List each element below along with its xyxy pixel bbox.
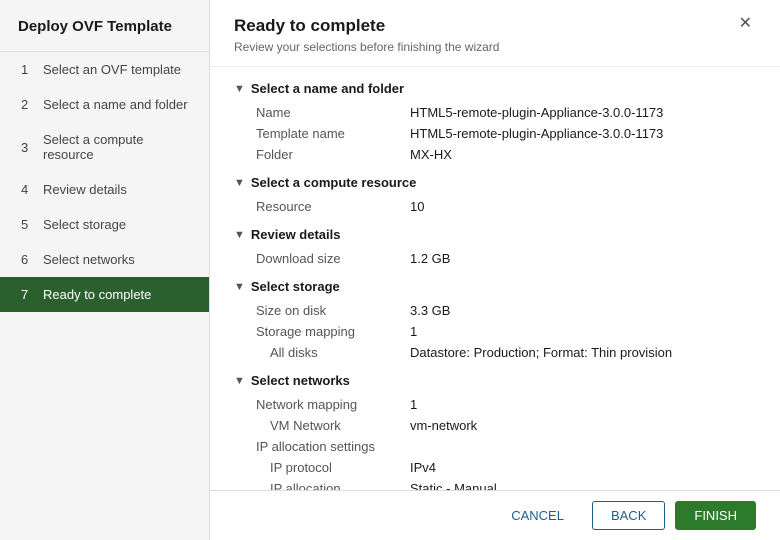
row-ip-protocol: IP protocol IPv4 [250,457,756,478]
section-heading-name-folder: Select a name and folder [251,81,404,96]
page-subtitle: Review your selections before finishing … [234,40,499,54]
sidebar-item-5[interactable]: 5 Select storage [0,207,209,242]
chevron-icon-networks: ▼ [234,375,245,387]
row-template-name: Template name HTML5-remote-plugin-Applia… [250,123,756,144]
sidebar-item-1[interactable]: 1 Select an OVF template [0,52,209,87]
step-num-7: 7 [21,287,35,302]
sidebar-item-4[interactable]: 4 Review details [0,172,209,207]
label-ip-protocol: IP protocol [250,460,410,475]
chevron-icon-review: ▼ [234,229,245,241]
row-ip-allocation: IP allocation Static - Manual [250,478,756,490]
label-ip-allocation-settings: IP allocation settings [250,439,410,454]
value-template-name: HTML5-remote-plugin-Appliance-3.0.0-1173 [410,126,663,141]
content-area: ▼ Select a name and folder Name HTML5-re… [210,67,780,490]
row-all-disks: All disks Datastore: Production; Format:… [250,342,756,363]
sidebar-item-label-6: Select networks [43,252,135,267]
section-header-storage[interactable]: ▼ Select storage [234,279,756,294]
label-folder: Folder [250,147,410,162]
section-header-networks[interactable]: ▼ Select networks [234,373,756,388]
cancel-button[interactable]: CANCEL [493,501,582,530]
sidebar-item-label-7: Ready to complete [43,287,151,302]
value-resource: 10 [410,199,424,214]
row-storage-mapping: Storage mapping 1 [250,321,756,342]
chevron-icon: ▼ [234,83,245,95]
value-folder: MX-HX [410,147,452,162]
value-size-on-disk: 3.3 GB [410,303,450,318]
sidebar-item-label-2: Select a name and folder [43,97,188,112]
label-ip-allocation: IP allocation [250,481,410,490]
row-download-size: Download size 1.2 GB [250,248,756,269]
section-body-name-folder: Name HTML5-remote-plugin-Appliance-3.0.0… [234,102,756,165]
close-button[interactable]: ✕ [735,16,756,32]
sidebar-item-2[interactable]: 2 Select a name and folder [0,87,209,122]
value-network-mapping: 1 [410,397,417,412]
section-heading-compute: Select a compute resource [251,175,416,190]
main-panel: Ready to complete Review your selections… [210,0,780,540]
step-num-1: 1 [21,62,35,77]
label-vm-network: VM Network [250,418,410,433]
step-num-5: 5 [21,217,35,232]
value-ip-protocol: IPv4 [410,460,436,475]
back-button[interactable]: BACK [592,501,665,530]
section-networks: ▼ Select networks Network mapping 1 VM N… [234,373,756,490]
sidebar-item-label-1: Select an OVF template [43,62,181,77]
sidebar-item-7[interactable]: 7 Ready to complete [0,277,209,312]
step-num-2: 2 [21,97,35,112]
row-size-on-disk: Size on disk 3.3 GB [250,300,756,321]
value-vm-network: vm-network [410,418,477,433]
section-review: ▼ Review details Download size 1.2 GB [234,227,756,269]
value-storage-mapping: 1 [410,324,417,339]
sidebar-item-label-5: Select storage [43,217,126,232]
section-heading-storage: Select storage [251,279,340,294]
section-body-review: Download size 1.2 GB [234,248,756,269]
label-network-mapping: Network mapping [250,397,410,412]
footer: CANCEL BACK FINISH [210,490,780,540]
step-num-3: 3 [21,140,35,155]
label-template-name: Template name [250,126,410,141]
step-num-4: 4 [21,182,35,197]
row-network-mapping: Network mapping 1 [250,394,756,415]
section-body-compute: Resource 10 [234,196,756,217]
section-heading-review: Review details [251,227,341,242]
label-download-size: Download size [250,251,410,266]
finish-button[interactable]: FINISH [675,501,756,530]
section-compute: ▼ Select a compute resource Resource 10 [234,175,756,217]
section-body-storage: Size on disk 3.3 GB Storage mapping 1 Al… [234,300,756,363]
sidebar: Deploy OVF Template 1 Select an OVF temp… [0,0,210,540]
deploy-ovf-dialog: Deploy OVF Template 1 Select an OVF temp… [0,0,780,540]
row-name: Name HTML5-remote-plugin-Appliance-3.0.0… [250,102,756,123]
value-name: HTML5-remote-plugin-Appliance-3.0.0-1173 [410,105,663,120]
label-name: Name [250,105,410,120]
section-name-folder: ▼ Select a name and folder Name HTML5-re… [234,81,756,165]
section-storage: ▼ Select storage Size on disk 3.3 GB Sto… [234,279,756,363]
main-header: Ready to complete Review your selections… [210,0,780,67]
row-resource: Resource 10 [250,196,756,217]
sidebar-item-label-3: Select a compute resource [43,132,191,162]
value-all-disks: Datastore: Production; Format: Thin prov… [410,345,672,360]
chevron-icon-storage: ▼ [234,281,245,293]
section-header-name-folder[interactable]: ▼ Select a name and folder [234,81,756,96]
label-resource: Resource [250,199,410,214]
value-download-size: 1.2 GB [410,251,450,266]
sidebar-title: Deploy OVF Template [0,0,209,52]
row-ip-allocation-settings: IP allocation settings [250,436,756,457]
header-text: Ready to complete Review your selections… [234,16,499,54]
row-vm-network: VM Network vm-network [250,415,756,436]
sidebar-item-3[interactable]: 3 Select a compute resource [0,122,209,172]
section-heading-networks: Select networks [251,373,350,388]
section-header-compute[interactable]: ▼ Select a compute resource [234,175,756,190]
step-num-6: 6 [21,252,35,267]
label-all-disks: All disks [250,345,410,360]
page-title: Ready to complete [234,16,499,36]
chevron-icon-compute: ▼ [234,177,245,189]
value-ip-allocation: Static - Manual [410,481,497,490]
sidebar-item-label-4: Review details [43,182,127,197]
label-size-on-disk: Size on disk [250,303,410,318]
row-folder: Folder MX-HX [250,144,756,165]
section-header-review[interactable]: ▼ Review details [234,227,756,242]
sidebar-item-6[interactable]: 6 Select networks [0,242,209,277]
label-storage-mapping: Storage mapping [250,324,410,339]
section-body-networks: Network mapping 1 VM Network vm-network … [234,394,756,490]
